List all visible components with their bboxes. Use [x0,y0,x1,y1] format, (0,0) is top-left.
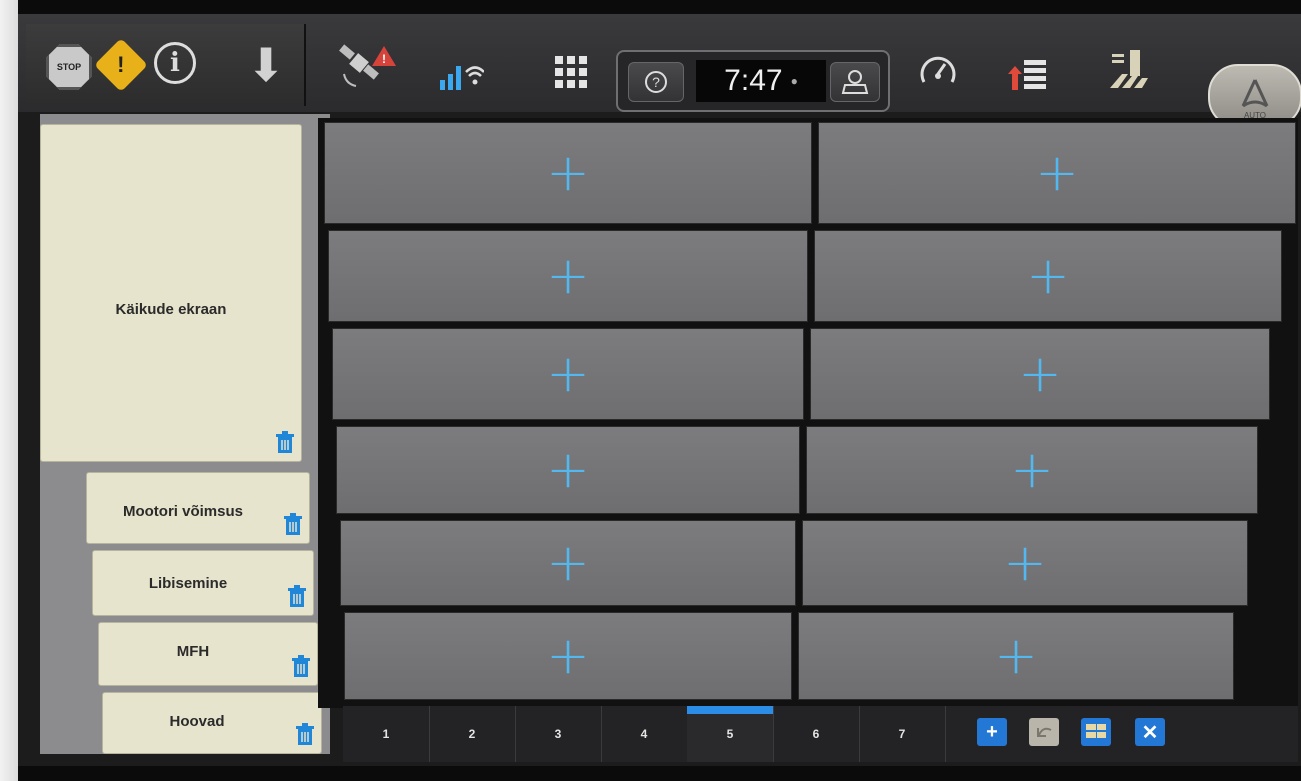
widget-slot-11[interactable]: + [344,612,792,700]
page-tab-4[interactable]: 4 [601,706,688,762]
plus-icon: + [986,720,998,743]
plus-icon: + [546,533,590,593]
sidebar-item-label: Käikude ekraan [115,301,227,318]
page-bar: 1 2 3 4 5 6 7 + ✕ [343,706,1298,762]
undo-button[interactable] [1029,718,1059,746]
plus-icon: + [1018,344,1062,404]
info-icon[interactable]: i [154,42,196,84]
plus-icon: + [994,626,1038,686]
sidebar-item-mootori-voimsus[interactable]: Mootori võimsus [86,472,310,544]
page-tab-label: 1 [382,727,390,741]
trash-icon[interactable] [275,431,295,455]
widget-slot-6[interactable]: + [810,328,1270,420]
sidebar-item-mfh[interactable]: MFH [98,622,318,686]
page-tab-3[interactable]: 3 [515,706,602,762]
sidebar-item-kaikude-ekraan[interactable]: Käikude ekraan [40,124,302,462]
terminal-screen: STOP ! i ⬇ ! ? 7:47 ● AUTO Käikude ekraa… [18,14,1301,766]
page-tab-label: 6 [812,727,820,741]
widget-slot-2[interactable]: + [818,122,1296,224]
widget-slot-12[interactable]: + [798,612,1234,700]
field-icon[interactable] [1108,48,1152,92]
page-tab-label: 4 [640,727,648,741]
sidebar-item-libisemine[interactable]: Libisemine [92,550,314,616]
page-tab-label: 7 [898,727,906,741]
add-widget-button[interactable]: + [977,718,1007,746]
plus-icon: + [1026,246,1070,306]
close-button[interactable]: ✕ [1135,718,1165,746]
trash-icon[interactable] [283,513,303,537]
clock-time: 7:47 [724,64,783,97]
page-tab-6[interactable]: 6 [773,706,860,762]
widget-slot-8[interactable]: + [806,426,1258,514]
sidebar-item-label: Mootori võimsus [122,503,243,520]
upload-list-icon[interactable] [1006,56,1050,92]
page-tab-label: 3 [554,727,562,741]
trash-icon[interactable] [295,723,315,747]
speedometer-icon[interactable] [918,52,958,92]
plus-icon: + [546,440,590,500]
plus-icon: + [1035,143,1079,203]
widget-slot-7[interactable]: + [336,426,800,514]
widget-slot-10[interactable]: + [802,520,1248,606]
sidebar-item-label: Hoovad [169,713,225,730]
plus-icon: + [1010,440,1054,500]
layout-button[interactable] [1081,718,1111,746]
sidebar-item-label: Libisemine [148,575,228,592]
help-button[interactable]: ? [628,62,684,102]
clock-panel: ? 7:47 ● [616,50,890,112]
plus-icon: + [546,143,590,203]
page-tab-7[interactable]: 7 [859,706,946,762]
camera-icon: ● [790,74,798,88]
widget-slot-9[interactable]: + [340,520,796,606]
page-tab-label: 2 [468,727,476,741]
info-glyph: i [170,48,180,78]
down-arrow-icon[interactable]: ⬇ [244,39,288,91]
trash-icon[interactable] [291,655,311,679]
help-icon: ? [645,71,667,93]
widget-slot-5[interactable]: + [332,328,804,420]
undo-icon [1037,727,1052,737]
plus-icon: + [1003,533,1047,593]
svg-text:!: ! [382,52,386,66]
widget-grid: + + + + + + + + + + + + [318,118,1298,708]
page-tab-5[interactable]: 5 [687,706,774,762]
page-tab-1[interactable]: 1 [343,706,430,762]
sidebar-list: Käikude ekraan Mootori võimsus Libisemin… [40,114,330,754]
sidebar-item-label: MFH [176,643,210,660]
top-bar: STOP ! i ⬇ ! ? 7:47 ● AUTO [18,14,1301,128]
stop-label: STOP [56,62,82,72]
sidebar-item-hoovad[interactable]: Hoovad [102,692,322,754]
bezel-edge [0,0,18,781]
widget-slot-4[interactable]: + [814,230,1282,322]
stop-icon[interactable]: STOP [46,44,92,90]
page-tab-label: 5 [726,727,734,741]
clock-display: 7:47 ● [696,60,826,102]
plus-icon: + [546,246,590,306]
grid-menu-icon[interactable] [553,54,589,90]
plus-icon: + [546,344,590,404]
trash-icon[interactable] [287,585,307,609]
widget-slot-1[interactable]: + [324,122,812,224]
close-icon: ✕ [1141,721,1159,744]
user-button[interactable] [830,62,880,102]
layout-icon [1086,724,1106,738]
widget-slot-3[interactable]: + [328,230,808,322]
user-icon [841,70,869,94]
page-tab-2[interactable]: 2 [429,706,516,762]
satellite-icon[interactable]: ! [338,44,398,90]
plus-icon: + [546,626,590,686]
signal-icon[interactable] [438,58,484,92]
